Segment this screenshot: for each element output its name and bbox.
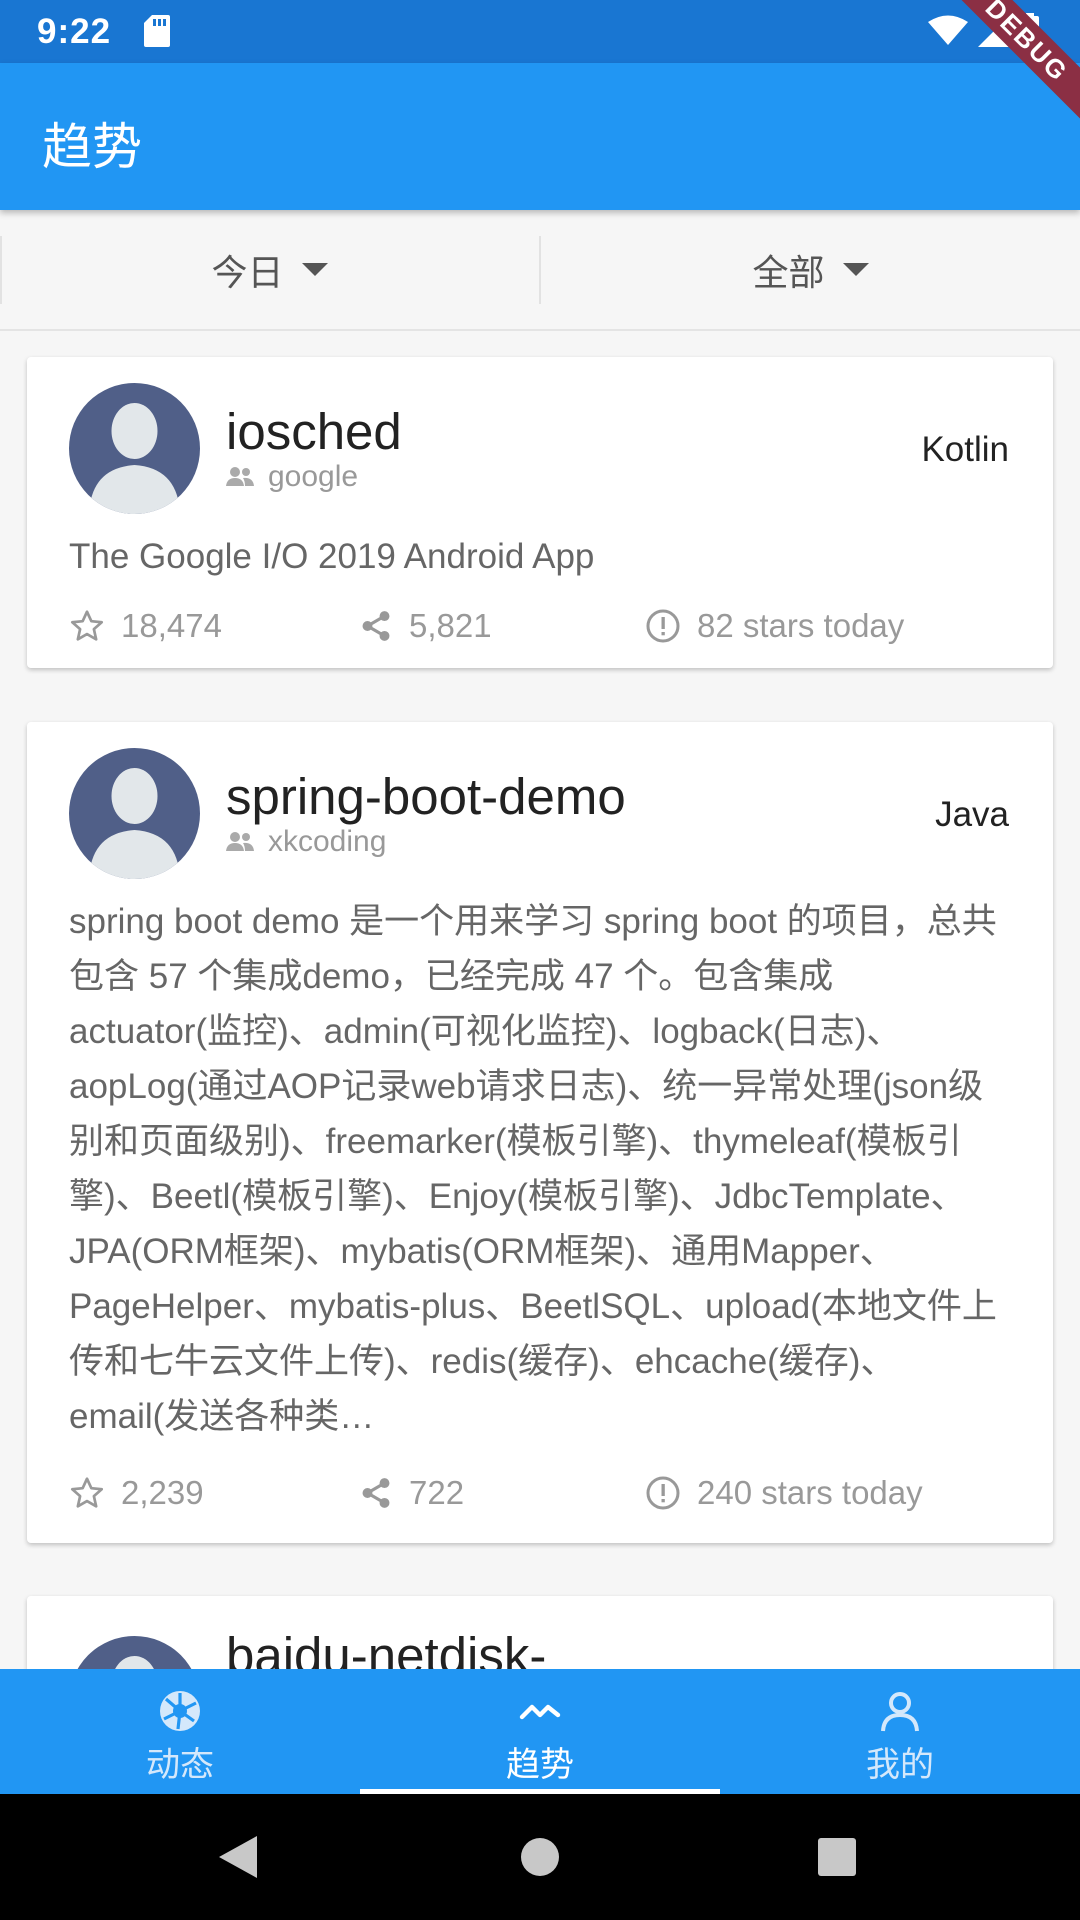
repo-language: Kotlin [921,430,1009,469]
nav-item-events[interactable]: 动态 [0,1669,360,1794]
people-icon [226,832,254,851]
nav-label: 我的 [866,1746,934,1784]
system-navigation-bar [0,1794,1080,1920]
alert-circle-icon [646,1476,680,1510]
nav-item-trending[interactable]: 趋势 [360,1669,720,1794]
stars-stat: 18,474 [69,604,222,648]
status-time: 9:22 [37,12,112,51]
share-icon [362,1478,390,1508]
filter-left-edge [0,236,2,304]
star-outline-icon [70,1477,104,1508]
people-icon [226,467,254,486]
repo-list[interactable]: iosched google Kotlin The Google I/O 201… [0,331,1080,1669]
repo-description: spring boot demo 是一个用来学习 spring boot 的项目… [69,902,997,1436]
recents-icon[interactable] [817,1837,857,1877]
wifi-icon [928,15,968,45]
caret-down-icon [842,263,869,276]
stars-today-text: 240 stars today [697,1474,923,1511]
alert-circle-icon [646,609,680,643]
person-placeholder-icon [89,768,180,879]
forks-count: 5,821 [409,607,492,644]
repo-card[interactable]: iosched google Kotlin The Google I/O 201… [27,357,1053,668]
back-icon[interactable] [217,1834,259,1880]
owner-name: xkcoding [268,825,387,858]
person-placeholder-icon [115,1656,154,1669]
person-icon [881,1692,919,1732]
stars-today-stat: 240 stars today [645,1471,923,1515]
language-filter-dropdown[interactable]: 全部 [541,210,1080,329]
nav-item-profile[interactable]: 我的 [720,1669,1080,1794]
filter-bar: 今日 全部 [0,210,1080,331]
time-filter-dropdown[interactable]: 今日 [0,210,539,329]
nav-label: 动态 [146,1746,214,1784]
sd-card-icon [144,15,170,47]
repo-stats: 2,239 722 240 stars today [69,1471,1009,1515]
repo-name[interactable]: spring-boot-demo [226,767,626,826]
stars-count: 2,239 [121,1474,204,1511]
share-icon [362,611,390,641]
home-icon[interactable] [520,1837,560,1877]
forks-stat: 722 [359,1471,464,1515]
repo-name[interactable]: baidu-netdisk- [226,1626,546,1669]
language-filter-label: 全部 [752,251,825,293]
trending-icon [519,1704,561,1720]
stars-count: 18,474 [121,607,222,644]
repo-stats: 18,474 5,821 82 stars today [69,604,1009,648]
person-placeholder-icon [89,403,180,514]
repo-language: Java [935,795,1009,834]
repo-card[interactable]: spring-boot-demo xkcoding Java spring bo… [27,722,1053,1543]
forks-stat: 5,821 [359,604,492,648]
time-filter-label: 今日 [211,251,284,293]
avatar[interactable] [69,1636,200,1669]
repo-card[interactable]: baidu-netdisk- [27,1596,1053,1669]
owner-name: google [268,460,359,493]
repo-description: The Google I/O 2019 Android App [69,537,595,576]
forks-count: 722 [409,1474,465,1511]
nav-label: 趋势 [506,1746,574,1784]
avatar[interactable] [69,383,200,514]
repo-owner[interactable]: google [226,460,358,494]
page-title: 趋势 [42,119,142,175]
app-bar: 趋势 [0,63,1080,210]
stars-stat: 2,239 [69,1471,204,1515]
stars-today-stat: 82 stars today [645,604,904,648]
avatar[interactable] [69,748,200,879]
status-bar: 9:22 DEBUG [0,0,1080,127]
bottom-navigation: 动态 趋势 我的 [0,1669,1080,1794]
repo-name[interactable]: iosched [226,402,402,461]
repo-owner[interactable]: xkcoding [226,825,386,859]
star-outline-icon [70,610,104,641]
stars-today-text: 82 stars today [697,607,905,644]
aperture-icon [160,1691,200,1731]
caret-down-icon [301,263,328,276]
